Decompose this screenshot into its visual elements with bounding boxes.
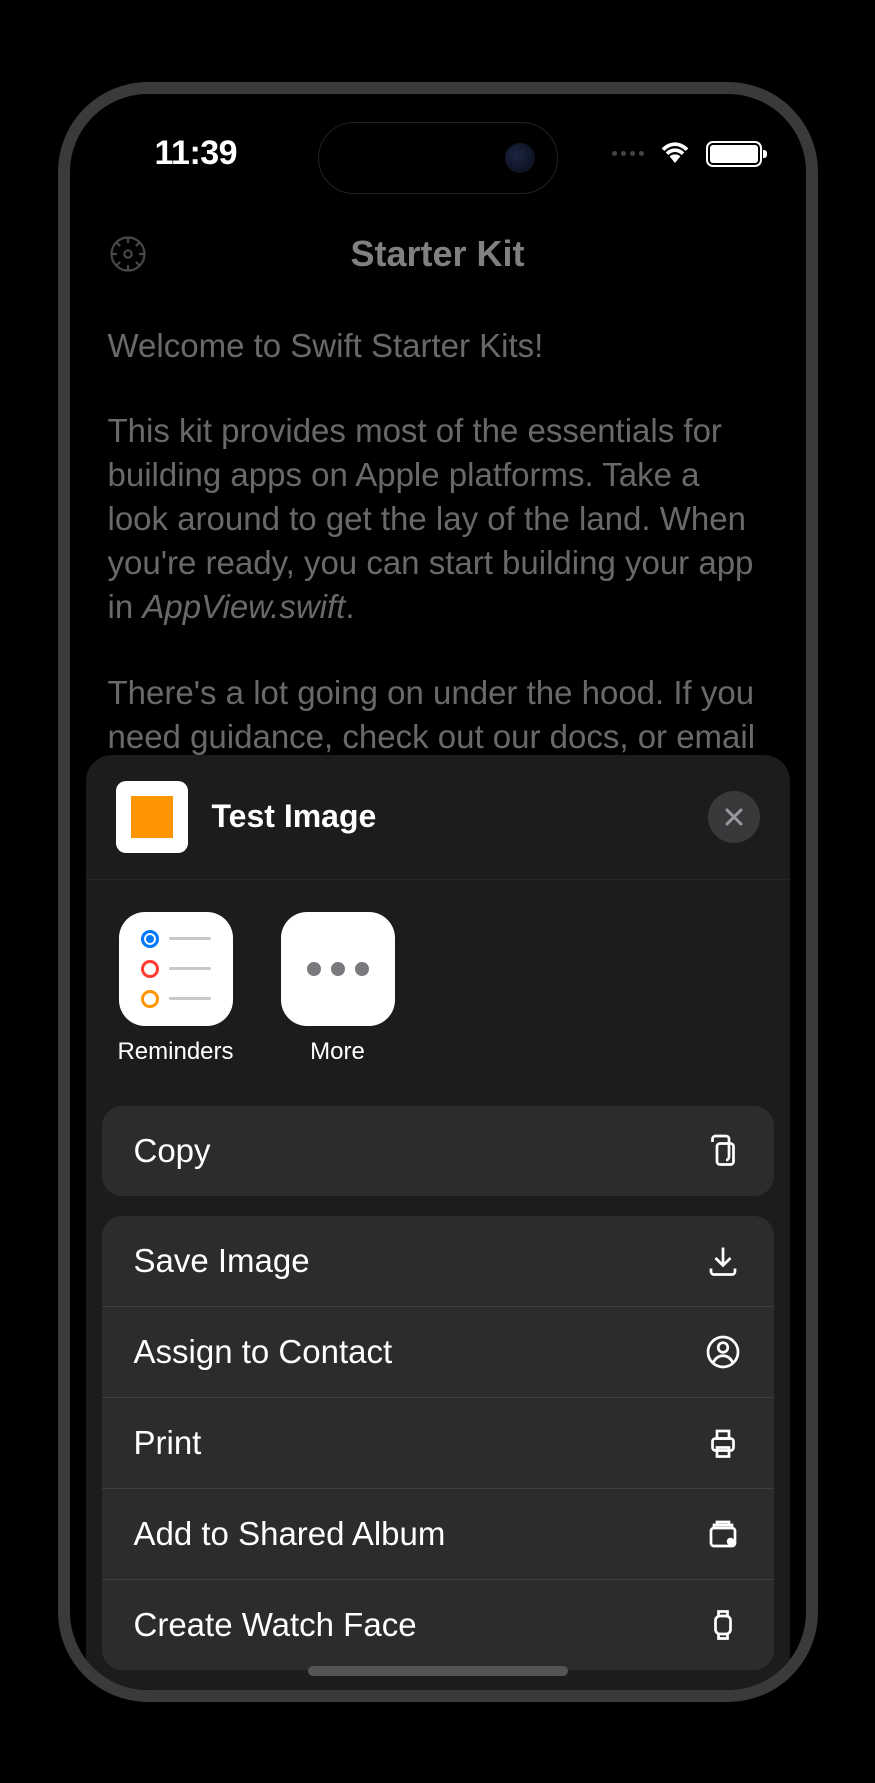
wifi-icon — [658, 139, 692, 168]
action-label: Save Image — [134, 1242, 310, 1280]
share-header: Test Image — [86, 755, 790, 880]
phone-screen: 11:39 Starter Kit Wel — [70, 94, 806, 1690]
action-label: Create Watch Face — [134, 1606, 417, 1644]
nav-bar: Starter Kit — [70, 204, 806, 304]
share-thumbnail — [116, 781, 188, 853]
action-label: Assign to Contact — [134, 1333, 393, 1371]
close-icon — [722, 805, 746, 829]
page-title: Starter Kit — [350, 233, 524, 275]
app-label: Reminders — [117, 1038, 233, 1066]
close-button[interactable] — [708, 791, 760, 843]
dynamic-island — [318, 122, 558, 194]
action-label: Add to Shared Album — [134, 1515, 446, 1553]
welcome-text: Welcome to Swift Starter Kits! — [108, 324, 768, 368]
copy-action[interactable]: Copy — [102, 1106, 774, 1196]
share-app-more[interactable]: More — [278, 912, 398, 1066]
battery-icon — [706, 141, 762, 167]
print-icon — [704, 1424, 742, 1462]
shared-album-action[interactable]: Add to Shared Album — [102, 1488, 774, 1579]
copy-icon — [704, 1132, 742, 1170]
reminders-icon — [119, 912, 233, 1026]
share-app-reminders[interactable]: Reminders — [116, 912, 236, 1066]
download-icon — [704, 1242, 742, 1280]
status-right — [612, 139, 762, 168]
assign-contact-action[interactable]: Assign to Contact — [102, 1306, 774, 1397]
album-icon — [704, 1515, 742, 1553]
share-item-title: Test Image — [212, 798, 684, 835]
person-icon — [704, 1333, 742, 1371]
share-apps-row[interactable]: Reminders More — [86, 880, 790, 1090]
intro-paragraph: This kit provides most of the essentials… — [108, 409, 768, 628]
save-image-action[interactable]: Save Image — [102, 1216, 774, 1306]
settings-button[interactable] — [100, 226, 156, 282]
action-label: Print — [134, 1424, 202, 1462]
action-group-1: Copy — [102, 1106, 774, 1196]
share-sheet: Test Image Reminders — [86, 755, 790, 1690]
status-dots-icon — [612, 151, 644, 156]
phone-frame: 11:39 Starter Kit Wel — [58, 82, 818, 1702]
status-time: 11:39 — [155, 134, 238, 173]
watch-icon — [704, 1606, 742, 1644]
action-group-2: Save Image Assign to Contact Print — [102, 1216, 774, 1670]
action-label: Copy — [134, 1132, 211, 1170]
watch-face-action[interactable]: Create Watch Face — [102, 1579, 774, 1670]
home-indicator[interactable] — [308, 1666, 568, 1676]
print-action[interactable]: Print — [102, 1397, 774, 1488]
camera-icon — [505, 143, 535, 173]
more-icon — [281, 912, 395, 1026]
app-label: More — [310, 1038, 365, 1066]
gear-icon — [106, 232, 150, 276]
